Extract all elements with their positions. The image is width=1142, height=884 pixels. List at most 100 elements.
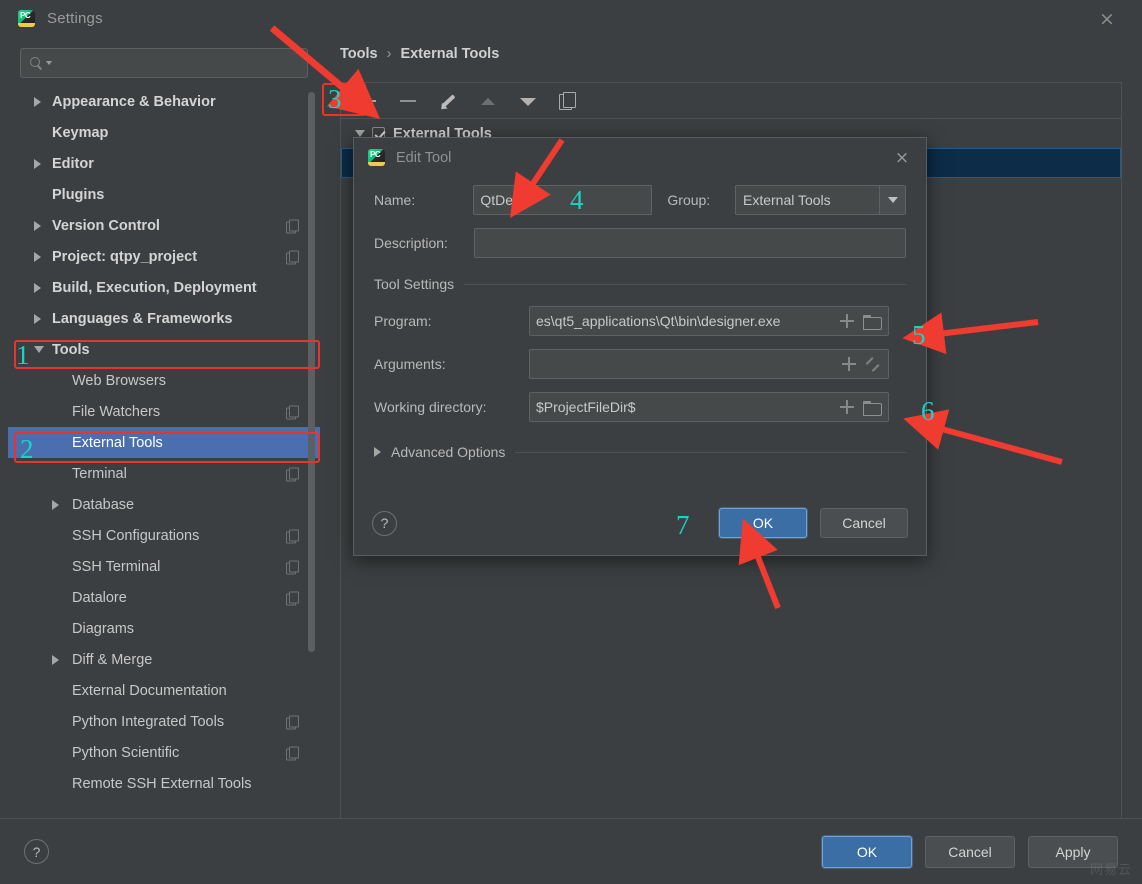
advanced-options-label: Advanced Options <box>391 444 506 460</box>
sidebar-item-external-tools[interactable]: External Tools <box>8 427 320 458</box>
ok-button[interactable]: OK <box>822 835 912 868</box>
dialog-help-button[interactable]: ? <box>372 510 397 536</box>
sidebar-item-remote-ssh-external-tools[interactable]: Remote SSH External Tools <box>8 768 320 799</box>
sidebar-item-label: Build, Execution, Deployment <box>52 279 257 296</box>
sidebar-item-project-qtpy-project[interactable]: Project: qtpy_project <box>8 241 320 272</box>
sidebar-item-editor[interactable]: Editor <box>8 148 320 179</box>
dialog-cancel-button[interactable]: Cancel <box>820 508 908 538</box>
sidebar-item-label: Keymap <box>52 124 109 141</box>
breadcrumb-root[interactable]: Tools <box>340 46 378 62</box>
description-label: Description: <box>374 235 448 251</box>
arguments-field[interactable] <box>529 349 889 379</box>
chevron-right-icon[interactable] <box>34 251 41 262</box>
edit-button[interactable] <box>437 90 459 112</box>
chevron-right-icon[interactable] <box>34 313 41 324</box>
project-scope-icon <box>286 560 299 574</box>
settings-sidebar[interactable]: Appearance & Behavior Keymap Editor Plugins… <box>8 86 320 808</box>
sidebar-item-label: Terminal <box>72 465 127 482</box>
chevron-right-icon[interactable] <box>34 158 41 169</box>
folder-browse-icon[interactable] <box>862 398 882 416</box>
name-field[interactable]: QtDeig <box>473 185 653 215</box>
sidebar-item-tools[interactable]: Tools <box>8 334 320 365</box>
sidebar-item-label: External Documentation <box>72 682 227 699</box>
sidebar-item-external-documentation[interactable]: External Documentation <box>8 675 320 706</box>
chevron-down-icon[interactable] <box>879 186 905 214</box>
settings-footer: ? OK Cancel Apply <box>0 818 1142 884</box>
name-label: Name: <box>374 192 416 208</box>
chevron-right-icon[interactable] <box>52 654 59 665</box>
sidebar-item-label: File Watchers <box>72 403 161 420</box>
tool-settings-heading: Tool Settings <box>374 276 906 292</box>
sidebar-item-label: Project: qtpy_project <box>52 248 198 265</box>
sidebar-item-label: Database <box>72 496 135 513</box>
search-input[interactable] <box>20 48 308 78</box>
window-close-button[interactable]: × <box>1096 8 1118 30</box>
arguments-label: Arguments: <box>374 356 446 372</box>
sidebar-item-web-browsers[interactable]: Web Browsers <box>8 365 320 396</box>
dialog-close-button[interactable]: × <box>892 148 912 168</box>
sidebar-item-terminal[interactable]: Terminal <box>8 458 320 489</box>
external-tools-toolbar <box>340 82 1122 118</box>
chevron-down-icon[interactable] <box>34 346 44 353</box>
sidebar-item-diagrams[interactable]: Diagrams <box>8 613 320 644</box>
pycharm-logo-icon <box>18 9 35 27</box>
dialog-ok-button[interactable]: OK <box>719 508 807 538</box>
insert-macro-icon[interactable] <box>838 312 856 330</box>
sidebar-item-diff-merge[interactable]: Diff & Merge <box>8 644 320 675</box>
move-down-button[interactable] <box>517 90 539 112</box>
sidebar-item-ssh-terminal[interactable]: SSH Terminal <box>8 551 320 582</box>
project-scope-icon <box>286 405 299 419</box>
insert-macro-icon[interactable] <box>838 398 856 416</box>
chevron-right-icon[interactable] <box>52 499 59 510</box>
sidebar-item-label: Python Integrated Tools <box>72 713 225 730</box>
project-scope-icon <box>286 746 299 760</box>
folder-browse-icon[interactable] <box>862 312 882 330</box>
copy-button[interactable] <box>557 90 579 112</box>
cancel-button[interactable]: Cancel <box>925 835 1015 868</box>
expand-editor-icon[interactable] <box>864 355 882 373</box>
sidebar-scrollbar[interactable] <box>308 92 315 652</box>
dialog-body: Name: QtDeig Group: External Tools Descr… <box>354 177 926 460</box>
pycharm-logo-icon <box>368 149 385 166</box>
chevron-down-icon[interactable] <box>355 130 365 137</box>
sidebar-item-keymap[interactable]: Keymap <box>8 117 320 148</box>
insert-macro-icon[interactable] <box>840 355 858 373</box>
advanced-options-toggle[interactable]: Advanced Options <box>374 444 906 460</box>
remove-button[interactable] <box>397 90 419 112</box>
sidebar-item-database[interactable]: Database <box>8 489 320 520</box>
sidebar-item-appearance-behavior[interactable]: Appearance & Behavior <box>8 86 320 117</box>
chevron-right-icon[interactable] <box>34 96 41 107</box>
sidebar-item-ssh-configurations[interactable]: SSH Configurations <box>8 520 320 551</box>
description-field[interactable] <box>473 228 906 258</box>
sidebar-item-version-control[interactable]: Version Control <box>8 210 320 241</box>
apply-button[interactable]: Apply <box>1028 835 1118 868</box>
project-scope-icon <box>286 591 299 605</box>
program-label: Program: <box>374 313 432 329</box>
project-scope-icon <box>286 529 299 543</box>
sidebar-item-plugins[interactable]: Plugins <box>8 179 320 210</box>
chevron-right-icon <box>374 447 381 457</box>
edit-tool-dialog: Edit Tool × Name: QtDeig Group: External… <box>353 137 927 556</box>
program-field[interactable]: es\qt5_applications\Qt\bin\designer.exe <box>529 306 889 336</box>
help-button[interactable]: ? <box>24 839 49 864</box>
add-button[interactable] <box>357 90 379 112</box>
group-select[interactable]: External Tools <box>734 185 906 215</box>
program-value: es\qt5_applications\Qt\bin\designer.exe <box>536 313 781 329</box>
sidebar-item-file-watchers[interactable]: File Watchers <box>8 396 320 427</box>
sidebar-item-label: Editor <box>52 155 94 172</box>
sidebar-item-label: Python Scientific <box>72 744 180 761</box>
sidebar-item-datalore[interactable]: Datalore <box>8 582 320 613</box>
sidebar-item-build-execution-deployment[interactable]: Build, Execution, Deployment <box>8 272 320 303</box>
sidebar-item-languages-frameworks[interactable]: Languages & Frameworks <box>8 303 320 334</box>
sidebar-item-label: Version Control <box>52 217 160 234</box>
sidebar-item-python-scientific[interactable]: Python Scientific <box>8 737 320 768</box>
chevron-down-icon <box>46 61 52 65</box>
working-directory-field[interactable]: $ProjectFileDir$ <box>529 392 889 422</box>
tool-settings-label: Tool Settings <box>374 276 455 292</box>
divider <box>464 283 906 285</box>
chevron-right-icon[interactable] <box>34 282 41 293</box>
sidebar-item-label: Remote SSH External Tools <box>72 775 252 792</box>
sidebar-item-python-integrated-tools[interactable]: Python Integrated Tools <box>8 706 320 737</box>
move-up-button[interactable] <box>477 90 499 112</box>
chevron-right-icon[interactable] <box>34 220 41 231</box>
